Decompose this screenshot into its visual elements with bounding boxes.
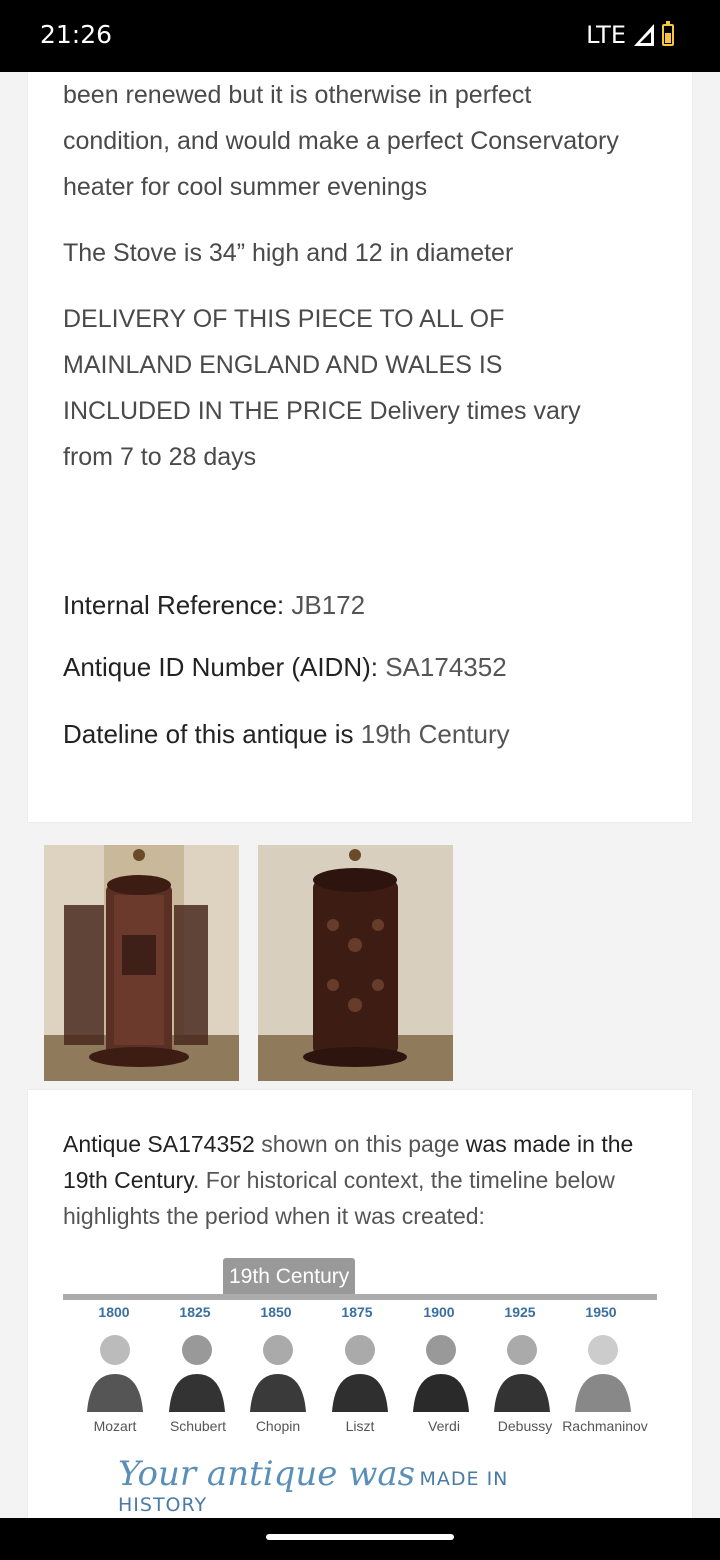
schubert-portrait-icon (169, 1335, 225, 1412)
antique-id: Antique ID Number (AIDN): SA174352 (63, 652, 663, 683)
history-context: Antique SA174352 shown on this page was … (63, 1126, 663, 1234)
antique-id-label: Antique ID Number (AIDN): (63, 652, 378, 682)
timeline: 19th Century 1800 1825 1850 1875 1900 19… (63, 1258, 657, 1516)
mozart-portrait-icon (87, 1335, 143, 1412)
navigation-bar (0, 1518, 720, 1560)
home-gesture-pill[interactable] (266, 1534, 454, 1540)
internal-reference-label: Internal Reference: (63, 590, 285, 620)
signal-icon (634, 24, 654, 46)
antique-id-value: SA174352 (385, 652, 507, 682)
dateline-label: Dateline of this antique is (63, 719, 354, 749)
banner-script: Your antique was (118, 1454, 416, 1494)
timeline-year: 1875 (341, 1304, 373, 1320)
internal-reference-value: JB172 (291, 590, 366, 620)
timeline-year: 1825 (179, 1304, 211, 1320)
rachmaninov-portrait-icon (575, 1335, 631, 1412)
timeline-year: 1925 (504, 1304, 536, 1320)
timeline-year: 1850 (260, 1304, 292, 1320)
status-bar: 21:26 LTE (0, 0, 720, 72)
context-text: shown on this page (254, 1131, 466, 1157)
stove-photo-open[interactable] (44, 845, 239, 1081)
delivery-paragraph: DELIVERY OF THIS PIECE TO ALL OF MAINLAN… (63, 305, 581, 471)
timeline-badge: 19th Century (223, 1258, 356, 1296)
timeline-year: 1950 (585, 1304, 617, 1320)
timeline-bar (63, 1294, 657, 1300)
network-label: LTE (586, 21, 626, 49)
status-time: 21:26 (40, 20, 113, 49)
composer-name: Rachmaninov (562, 1418, 648, 1434)
stove-photo-closed[interactable] (258, 845, 453, 1081)
status-indicators: LTE (586, 21, 674, 49)
dateline-value: 19th Century (360, 719, 510, 749)
description: been renewed but it is otherwise in perf… (63, 72, 633, 480)
liszt-portrait-icon (332, 1335, 388, 1412)
dateline: Dateline of this antique is 19th Century (63, 719, 663, 750)
internal-reference: Internal Reference: JB172 (63, 590, 663, 621)
battery-icon (662, 21, 674, 46)
history-card: Antique SA174352 shown on this page was … (28, 1090, 692, 1520)
description-card: been renewed but it is otherwise in perf… (28, 72, 692, 822)
debussy-portrait-icon (494, 1335, 550, 1412)
context-antique: Antique SA174352 (63, 1131, 255, 1157)
timeline-year: 1800 (98, 1304, 130, 1320)
dimensions-paragraph: The Stove is 34” high and 12 in diameter (63, 239, 514, 267)
verdi-portrait-icon (413, 1335, 469, 1412)
timeline-year: 1900 (423, 1304, 455, 1320)
chopin-portrait-icon (250, 1335, 306, 1412)
made-in-history-banner: Your antique was MADE IN HISTORY (118, 1454, 598, 1516)
description-paragraph: been renewed but it is otherwise in perf… (63, 81, 619, 201)
